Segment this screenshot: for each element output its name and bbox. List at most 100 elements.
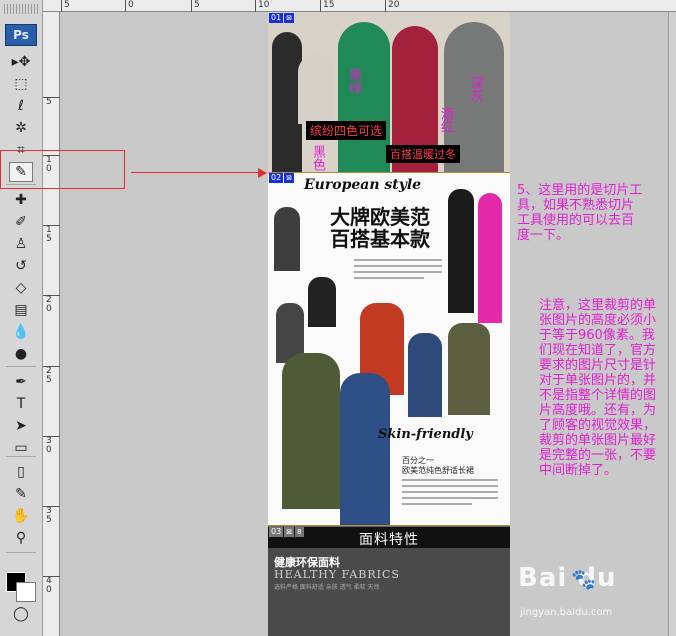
eyedropper-tool-icon[interactable]: ✎: [9, 484, 33, 504]
fabric-image: 健康环保面料 HEALTHY FABRICS 选料严格 面料舒适 亲肤 透气 柔…: [268, 548, 510, 636]
baidu-logo-text: Bai du: [518, 563, 617, 593]
ruler-tick: 3 0: [43, 436, 60, 455]
ruler-tick: 5: [43, 97, 60, 107]
model-green-dress: [338, 22, 390, 172]
toolbar-separator: [6, 366, 36, 367]
ruler-tick: 5: [61, 0, 70, 12]
zoom-tool-icon[interactable]: ⚲: [9, 528, 33, 548]
skin-friendly-subtitle-2: 欧美范纯色舒适长裙: [402, 466, 474, 475]
type-tool-icon[interactable]: T: [9, 394, 33, 414]
pointer-arrow-head-icon: [258, 168, 267, 178]
catalog-model-9: [282, 353, 340, 509]
horizontal-ruler[interactable]: 5 0 5 10 15 20: [43, 0, 676, 12]
panel-edge: [668, 12, 676, 636]
slice-image-icon: ⊠: [284, 173, 295, 183]
fabric-header-title: 面料特性: [359, 532, 419, 548]
dodge-tool-icon[interactable]: ●: [9, 344, 33, 364]
catalog-model-5: [478, 193, 502, 323]
catalog-title-cn-line2: 百搭基本款: [330, 227, 430, 251]
ruler-tick: 2 0: [43, 295, 60, 314]
photoshop-window: Ps ▸✥ ⬚ ℓ ✲ ⌗ ✎ ✚ ✐ ♙ ↺ ◇ ▤ 💧 ● ✒ T ➤ ▭ ▯ ✎ ✋ ⚲ ◯ 5 0 5 10 15…: [0, 0, 676, 636]
ruler-tick: 2 5: [43, 366, 60, 385]
marquee-tool-icon[interactable]: ⬚: [9, 74, 33, 94]
clone-stamp-tool-icon[interactable]: ♙: [9, 234, 33, 254]
toolbar-separator: [6, 456, 36, 457]
catalog-model-8: [448, 323, 490, 415]
ruler-tick: 3 5: [43, 506, 60, 525]
photoshop-logo: Ps: [5, 24, 37, 46]
slice-link-icon: 8: [295, 527, 304, 537]
move-tool-icon[interactable]: ▸✥: [9, 52, 33, 72]
ruler-tick: 1 5: [43, 225, 60, 244]
annotation-note-2: 注意，这里裁剪的单张图片的高度必须小于等于960像素。我们现在知道了，官方要求的…: [539, 298, 657, 478]
catalog-model-10: [340, 373, 390, 525]
catalog-model-4: [448, 189, 474, 313]
ruler-tick: 4 0: [43, 576, 60, 595]
catalog-image: European style 大牌欧美范 百搭基本款 Skin-friendly…: [268, 172, 510, 526]
text-block-line: [354, 271, 442, 273]
slice-label-01[interactable]: 01 ⊠: [269, 13, 295, 23]
healing-brush-tool-icon[interactable]: ✚: [9, 190, 33, 210]
catalog-model-7: [408, 333, 442, 417]
baidu-url: jingyan.baidu.com: [520, 607, 613, 618]
catalog-model-1: [274, 207, 300, 271]
history-brush-tool-icon[interactable]: ↺: [9, 256, 33, 276]
quick-mask-icon[interactable]: ◯: [9, 604, 33, 624]
text-block-line: [402, 491, 498, 493]
color-tag-gray: 深灰: [468, 76, 483, 102]
vertical-ruler[interactable]: 5 1 0 1 5 2 0 2 5 3 0 3 5 4 0: [43, 12, 60, 636]
highlight-box: [0, 150, 125, 189]
text-block-line: [402, 479, 498, 481]
slice-number: 01: [269, 13, 284, 23]
slice-number: 02: [269, 173, 284, 183]
annotation-note-1: 5、这里用的是切片工具，如果不熟悉切片工具使用的可以去百度一下。: [517, 183, 643, 243]
ruler-tick: 0: [125, 0, 134, 12]
text-block-line: [402, 485, 498, 487]
text-block-line: [402, 503, 472, 505]
text-block-line: [354, 277, 424, 279]
background-color-swatch[interactable]: [16, 582, 36, 602]
banner-slogan-right: 百搭温暖过冬: [386, 145, 460, 163]
color-tag-red: 酒红: [438, 107, 453, 133]
notes-tool-icon[interactable]: ▯: [9, 462, 33, 482]
lasso-tool-icon[interactable]: ℓ: [9, 96, 33, 116]
path-selection-tool-icon[interactable]: ➤: [9, 416, 33, 436]
text-block-line: [402, 497, 498, 499]
fabric-title-en: HEALTHY FABRICS: [274, 568, 400, 581]
ruler-tick: 5: [191, 0, 200, 12]
slice-image-icon: ⊠: [284, 13, 295, 23]
model-photo: [298, 54, 334, 124]
fabric-subtitle: 选料严格 面料舒适 亲肤 透气 柔软 天然: [274, 584, 380, 591]
slice-image-icon: ⊠: [284, 527, 295, 537]
slice-label-03[interactable]: 03 ⊠ 8: [269, 527, 304, 537]
pointer-arrow-line: [131, 172, 259, 173]
ruler-tick: 20: [385, 0, 399, 12]
slice-label-02[interactable]: 02 ⊠: [269, 173, 295, 183]
document-canvas[interactable]: 墨绿 酒红 深灰 黑色 缤纷四色可选 百搭温暖过冬 European style…: [268, 12, 510, 636]
color-tag-green: 墨绿: [346, 68, 361, 94]
magic-wand-tool-icon[interactable]: ✲: [9, 118, 33, 138]
ruler-tick: 10: [255, 0, 269, 12]
color-tag-black: 黑色: [310, 145, 325, 171]
tools-panel: Ps ▸✥ ⬚ ℓ ✲ ⌗ ✎ ✚ ✐ ♙ ↺ ◇ ▤ 💧 ● ✒ T ➤ ▭ ▯ ✎ ✋ ⚲ ◯: [0, 0, 43, 636]
baidu-watermark: Bai du 🐾 jingyan.baidu.com: [518, 563, 668, 627]
brush-tool-icon[interactable]: ✐: [9, 212, 33, 232]
gradient-tool-icon[interactable]: ▤: [9, 300, 33, 320]
eraser-tool-icon[interactable]: ◇: [9, 278, 33, 298]
pen-tool-icon[interactable]: ✒: [9, 372, 33, 392]
slice-number: 03: [269, 527, 284, 537]
skin-friendly-title: Skin-friendly: [378, 427, 473, 442]
panel-grip[interactable]: [4, 4, 38, 14]
text-block-line: [354, 259, 442, 261]
product-banner-image: 墨绿 酒红 深灰 黑色 缤纷四色可选 百搭温暖过冬: [268, 12, 510, 172]
hand-tool-icon[interactable]: ✋: [9, 506, 33, 526]
blur-tool-icon[interactable]: 💧: [9, 322, 33, 342]
toolbar-separator: [6, 552, 36, 553]
catalog-model-3: [308, 277, 336, 327]
shape-tool-icon[interactable]: ▭: [9, 438, 33, 458]
baidu-paw-icon: 🐾: [571, 567, 596, 591]
fabric-header-bar: 面料特性: [268, 526, 510, 548]
text-block-line: [354, 265, 442, 267]
ruler-tick: 15: [320, 0, 334, 12]
catalog-title-en: European style: [304, 177, 422, 193]
